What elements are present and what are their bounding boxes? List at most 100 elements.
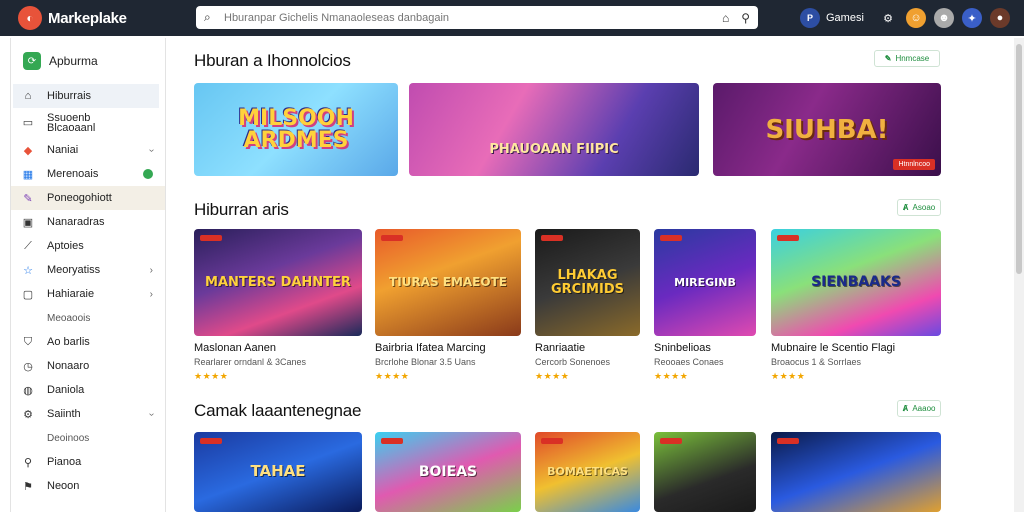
thumbnail-title: BOIEAS (418, 463, 478, 480)
banner-3-tag[interactable]: Htnnlncoo (893, 159, 935, 170)
game-card[interactable]: TAHAE (194, 432, 362, 512)
game-thumbnail[interactable]: TAHAE (194, 432, 362, 512)
banner-1[interactable]: MILSOOH ARDMES (194, 83, 398, 176)
sidebar-item-7[interactable]: ☆ Meoryatiss › (11, 258, 165, 282)
sidebar-item-5[interactable]: ▣ Nanaradras (11, 210, 165, 234)
game-thumbnail[interactable]: MANTERS DAHNTER (194, 229, 362, 336)
sidebar-item-label: Poneogohiott (47, 192, 112, 204)
sidebar-item-13[interactable]: ⚙ Saiinth › (11, 402, 165, 426)
sidebar-item-2[interactable]: ◆ Naniai › (11, 138, 165, 162)
sidebar-item-label: Merenoais (47, 168, 99, 180)
game-thumbnail[interactable]: MIREGINB (654, 229, 756, 336)
settings-icon[interactable]: ⚙ (878, 8, 898, 28)
sidebar-item-9[interactable]: Meoaoois (11, 306, 165, 330)
sidebar-item-label: Hiburrais (47, 90, 92, 102)
game-thumbnail[interactable]: BOMAETICAS (535, 432, 640, 512)
sidebar-item-label: Hahiaraie (47, 288, 95, 300)
grid-icon: ▦ (22, 168, 34, 181)
sidebar-header[interactable]: ⟳ Apburma (11, 38, 165, 84)
chevron-icon[interactable]: › (146, 148, 157, 151)
sidebar-item-6[interactable]: ⟋ Aptoies (11, 234, 165, 258)
rating-stars: ★★★★ (535, 371, 570, 381)
sidebar-item-16[interactable]: ⚑ Neoon (11, 474, 165, 498)
game-card[interactable]: BOMAETICAS (535, 432, 640, 512)
sidebar-item-3[interactable]: ▦ Merenoais (11, 162, 165, 186)
game-thumbnail[interactable] (771, 432, 941, 512)
bell-icon[interactable]: ⌂ (722, 11, 729, 25)
game-thumbnail[interactable]: SIENBAAKS (771, 229, 941, 336)
search-bar[interactable]: ⌕ ⌂ ⚲ (196, 6, 758, 29)
game-name[interactable]: Sninbelioas (654, 342, 711, 354)
user-avatar[interactable]: ● (990, 8, 1010, 28)
game-thumbnail[interactable] (654, 432, 756, 512)
game-card[interactable] (771, 432, 941, 512)
sidebar-item-15[interactable]: ⚲ Pianoa (11, 450, 165, 474)
game-card[interactable]: SIENBAAKS Mubnaire le Scentio Flagi Broaoc… (771, 229, 941, 389)
game-name[interactable]: Bairbria Ifatea Marcing (375, 342, 486, 354)
game-name[interactable]: Mubnaire le Scentio Flagi (771, 342, 895, 354)
sidebar-item-0[interactable]: ⌂ Hiburrais (13, 84, 159, 108)
game-card[interactable]: TIURAS EMAEOTE Bairbria Ifatea Marcing Brc… (375, 229, 521, 389)
game-card[interactable]: BOIEAS (375, 432, 521, 512)
chevron-icon[interactable]: › (146, 412, 157, 415)
shield-icon: ⛉ (23, 335, 33, 348)
new-badge (777, 438, 799, 444)
friends-icon[interactable]: ☻ (934, 8, 954, 28)
tag-icon: ◆ (23, 144, 33, 157)
game-card[interactable] (654, 432, 756, 512)
scrollbar[interactable] (1014, 38, 1024, 512)
game-card[interactable]: MANTERS DAHNTER Maslonan Aanen Rearlarer o… (194, 229, 362, 389)
category-action-button[interactable]: Ⱥ Aaaoo (897, 400, 941, 417)
game-thumbnail[interactable]: TIURAS EMAEOTE (375, 229, 521, 336)
brand[interactable]: ◐ Markeplake (18, 6, 198, 30)
search-input[interactable] (224, 11, 710, 24)
thumbnail-title: MANTERS DAHNTER (205, 274, 351, 290)
game-card[interactable]: LHAKAG GRCIMIDS Ranriaatie Cercorb Sonenoe… (535, 229, 640, 389)
sidebar-item-12[interactable]: ◍ Daniola (11, 378, 165, 402)
sidebar-item-label: Neoon (47, 480, 80, 492)
account-avatar[interactable]: P (800, 8, 820, 28)
home-icon: ⌂ (24, 90, 32, 102)
game-name[interactable]: Ranriaatie (535, 342, 585, 354)
game-subtitle: Rearlarer orndanl & 3Canes (194, 357, 307, 367)
marketplace-logo-icon: ◐ (18, 6, 42, 30)
sidebar-item-14[interactable]: Deoinoos (11, 426, 165, 450)
notification-icon[interactable]: ☺ (906, 8, 926, 28)
globe-icon: ◍ (23, 384, 33, 397)
sidebar-item-label: Daniola (47, 384, 85, 396)
puzzle-icon: ✎ (23, 192, 33, 205)
game-subtitle: Brcrlohe Blonar 3.5 Uans (375, 357, 476, 367)
rating-stars: ★★★★ (194, 371, 229, 381)
account-area: P Gamesi ⚙ ☺ ☻ ✦ ● (800, 6, 1010, 30)
chevron-icon[interactable]: › (150, 265, 153, 276)
game-card[interactable]: MIREGINB Sninbelioas Reooaes Conaes ★★★★ (654, 229, 756, 389)
sidebar-item-label: Aptoies (47, 240, 84, 252)
brand-name: Markeplake (48, 9, 127, 27)
sidebar-item-11[interactable]: ◷ Nonaaro (11, 354, 165, 378)
sidebar-item-label: Meoryatiss (47, 264, 101, 276)
sidebar-item-label: Nanaradras (47, 216, 105, 228)
game-thumbnail[interactable]: BOIEAS (375, 432, 521, 512)
popular-action-button[interactable]: Ⱥ Asoao (897, 199, 941, 216)
sidebar-item-4[interactable]: ✎ Poneogohiott (11, 186, 165, 210)
sidebar-item-label: Naniai (47, 144, 79, 156)
banner-2[interactable]: PHAUOAAN FIIPIC (409, 83, 699, 176)
sidebar-item-label: Meoaoois (47, 312, 91, 324)
game-name[interactable]: Maslonan Aanen (194, 342, 276, 354)
scrollbar-thumb[interactable] (1016, 44, 1022, 274)
rating-stars: ★★★★ (771, 371, 806, 381)
featured-action-button[interactable]: ✎ Hnmcase (874, 50, 940, 67)
plus-icon: Ⱥ (902, 203, 909, 212)
sidebar-item-10[interactable]: ⛉ Ao barlis (11, 330, 165, 354)
category-action-label: Aaaoo (912, 404, 936, 413)
game-icon[interactable]: ✦ (962, 8, 982, 28)
account-label[interactable]: Gamesi (826, 12, 870, 24)
sidebar-item-1[interactable]: ▭ Ssuoenb Blcaoaanl (11, 108, 165, 138)
game-subtitle: Cercorb Sonenoes (535, 357, 611, 367)
top-bar: ◐ Markeplake ⌕ ⌂ ⚲ P Gamesi ⚙ ☺ ☻ ✦ ● (0, 0, 1024, 36)
chevron-icon[interactable]: › (150, 289, 153, 300)
magnifier-icon[interactable]: ⚲ (741, 11, 750, 25)
banner-3[interactable]: SIUHBA! Htnnlncoo (713, 83, 941, 176)
sidebar-item-8[interactable]: ▢ Hahiaraie › (11, 282, 165, 306)
game-thumbnail[interactable]: LHAKAG GRCIMIDS (535, 229, 640, 336)
